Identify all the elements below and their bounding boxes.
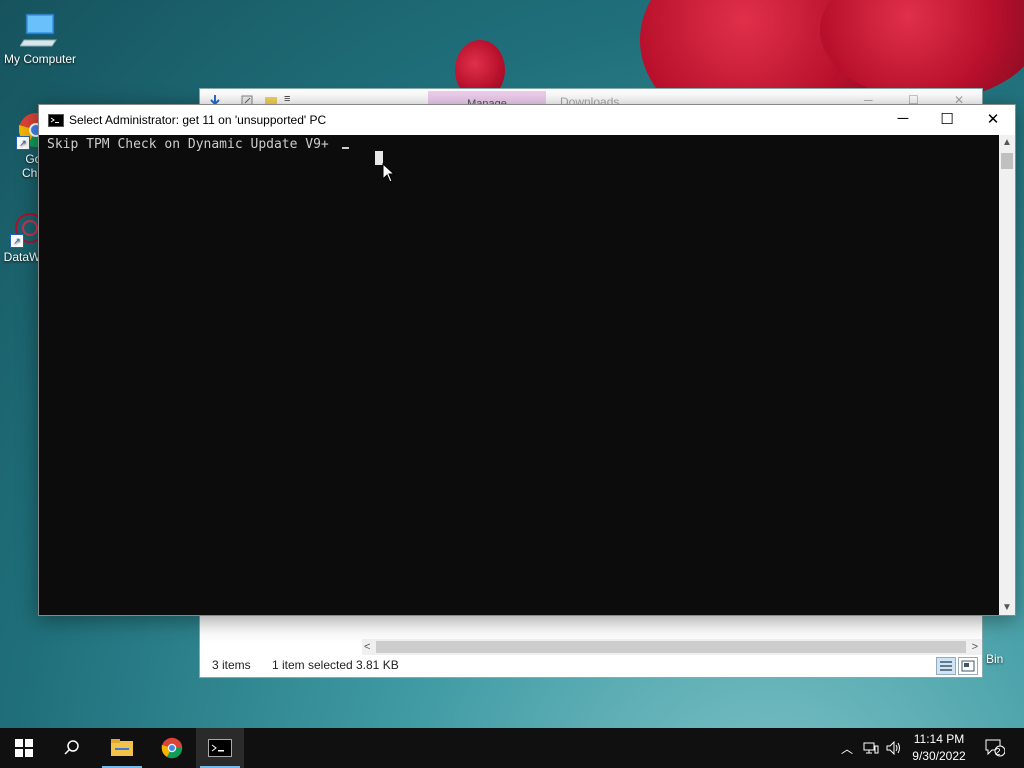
speaker-icon	[886, 741, 900, 755]
clock-time: 11:14 PM	[913, 732, 965, 746]
status-item-count: 3 items	[212, 658, 251, 672]
taskbar-file-explorer[interactable]	[98, 728, 146, 768]
windows-logo-icon	[15, 739, 33, 757]
large-icons-view-button[interactable]	[958, 657, 978, 675]
mouse-pointer-icon	[382, 163, 396, 183]
command-prompt-window[interactable]: Select Administrator: get 11 on 'unsuppo…	[38, 104, 1016, 616]
desktop-icon-recycle-bin[interactable]: e Bin	[976, 652, 1024, 666]
scroll-down-icon[interactable]: ▼	[999, 602, 1015, 613]
scrollbar-thumb[interactable]	[1001, 153, 1013, 169]
network-button[interactable]	[860, 728, 882, 768]
console-underline-cursor	[342, 147, 349, 149]
scrollbar-thumb[interactable]	[376, 641, 966, 653]
large-icons-view-icon	[961, 660, 975, 672]
action-center-button[interactable]: 2	[980, 728, 1010, 768]
network-icon	[863, 742, 879, 754]
shortcut-arrow-icon: ↗	[10, 234, 24, 248]
maximize-button[interactable]: ☐	[927, 110, 967, 128]
console-output[interactable]: Skip TPM Check on Dynamic Update V9+	[39, 135, 1001, 615]
desktop-icon-my-computer[interactable]: My Computer	[0, 10, 80, 66]
details-view-button[interactable]	[936, 657, 956, 675]
taskbar: ︿ 11:14 PM 9/30/2022 2	[0, 728, 1024, 768]
clock[interactable]: 11:14 PM 9/30/2022	[904, 731, 974, 765]
close-button[interactable]: ✕	[973, 110, 1013, 128]
cmd-icon	[48, 114, 64, 127]
volume-button[interactable]	[884, 728, 904, 768]
details-view-icon	[940, 661, 952, 671]
start-button[interactable]	[0, 728, 48, 768]
console-line: Skip TPM Check on Dynamic Update V9+	[47, 137, 337, 152]
clock-date: 9/30/2022	[912, 749, 966, 763]
cmd-titlebar[interactable]: Select Administrator: get 11 on 'unsuppo…	[39, 105, 1015, 135]
taskbar-chrome[interactable]	[148, 728, 196, 768]
desktop-icon-datawrapper[interactable]: ↗ DataW	[0, 208, 45, 264]
computer-icon	[19, 10, 60, 50]
vertical-scrollbar[interactable]: ▲ ▼	[999, 135, 1015, 615]
folder-icon	[111, 739, 133, 756]
status-selected: 1 item selected	[272, 658, 353, 672]
status-size: 3.81 KB	[356, 658, 399, 672]
desktop-icon-label: DataW	[3, 250, 41, 264]
taskbar-command-prompt[interactable]	[196, 728, 244, 768]
desktop-icon-label: e Bin	[976, 652, 1004, 666]
desktop-icon-label: My Computer	[3, 52, 77, 66]
notification-count: 2	[995, 747, 1001, 758]
cmd-icon	[208, 739, 232, 757]
status-bar: 3 items 1 item selected 3.81 KB	[200, 653, 982, 677]
minimize-button[interactable]: ─	[883, 110, 923, 127]
cmd-window-title: Select Administrator: get 11 on 'unsuppo…	[69, 113, 327, 127]
shortcut-arrow-icon: ↗	[16, 136, 30, 150]
scroll-up-icon[interactable]: ▲	[999, 137, 1015, 148]
search-button[interactable]	[48, 728, 96, 768]
search-icon	[64, 740, 79, 755]
show-hidden-icons-button[interactable]: ︿	[838, 728, 856, 768]
chrome-icon	[161, 737, 183, 759]
chevron-up-icon: ︿	[840, 741, 853, 756]
